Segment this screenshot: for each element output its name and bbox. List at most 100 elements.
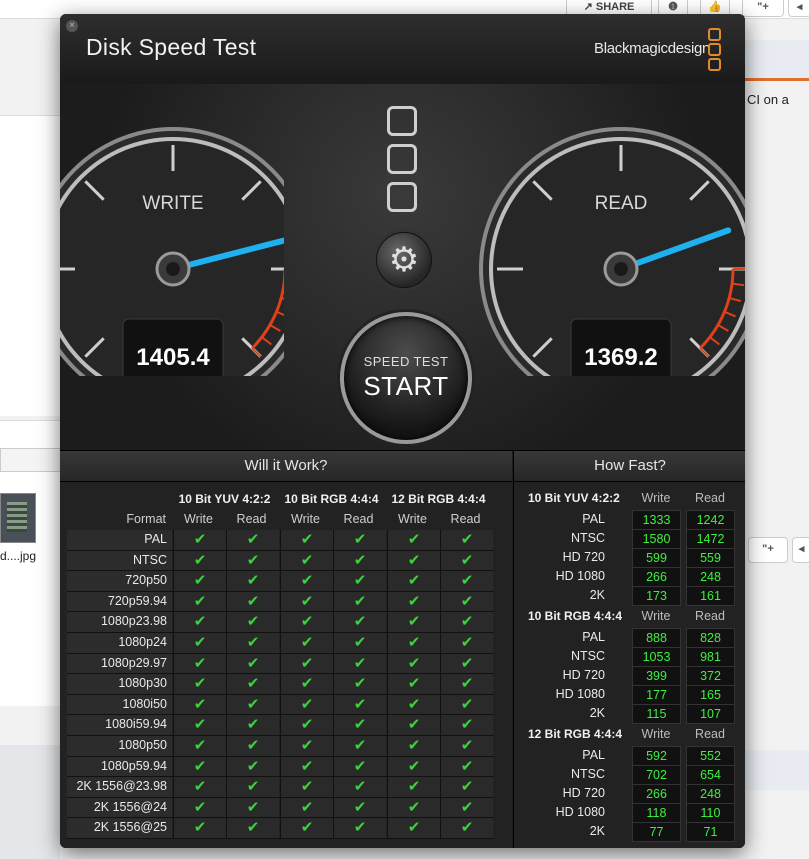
checkmark-icon: ✔ [440,777,493,797]
checkmark-icon: ✔ [226,797,279,818]
format-row: 1080i50 ✔ ✔ ✔ ✔ ✔ ✔ [67,694,494,716]
checkmark-icon: ✔ [280,715,333,735]
brand-logo-icon [708,28,721,73]
start-button[interactable]: SPEED TEST START [340,312,472,444]
attachment-thumbnail[interactable] [0,493,36,543]
gauge-unit: MB/s [158,375,188,376]
read-speed-value: 654 [686,765,735,785]
reply-button-2[interactable]: ◂ [792,537,809,563]
format-name: 2K 1556@23.98 [67,777,172,797]
reply-button[interactable]: ◂ [788,0,809,17]
checkmark-icon: ✔ [440,591,493,612]
speed-row: HD 1080 118 110 [520,803,740,823]
section-title: 10 Bit RGB 4:4:4 [528,609,623,623]
format-row: 2K 1556@24 ✔ ✔ ✔ ✔ ✔ ✔ [67,797,494,819]
checkmark-icon: ✔ [333,715,386,735]
format-name: 1080p23.98 [67,612,172,632]
resolution-name: NTSC [570,649,605,663]
column-label: Write [398,512,427,526]
background-footer-left [0,745,60,859]
resolution-name: 2K [589,588,605,602]
quote-button[interactable]: "+ [742,0,784,17]
attachment-filename[interactable]: d....jpg [0,549,36,563]
read-speed-value: 107 [686,704,735,724]
checkmark-icon: ✔ [280,591,333,612]
checkmark-icon: ✔ [226,818,279,838]
how-fast-table: 10 Bit YUV 4:2:2 Write Read PAL 1333 1242 NTSC… [513,482,745,848]
checkmark-icon: ✔ [333,694,386,715]
checkmark-icon: ✔ [387,632,440,653]
checkmark-icon: ✔ [440,632,493,653]
gauge-label: READ [595,193,648,214]
format-row: 1080p23.98 ✔ ✔ ✔ ✔ ✔ ✔ [67,612,494,633]
background-footer-right [745,750,809,790]
checkmark-icon: ✔ [440,797,493,818]
checkmark-icon: ✔ [333,756,386,777]
close-icon[interactable]: × [66,20,78,32]
checkmark-icon: ✔ [280,756,333,777]
checkmark-icon: ✔ [387,694,440,715]
will-it-work-header: Will it Work? [60,451,512,482]
checkmark-icon: ✔ [226,571,279,591]
checkmark-icon: ✔ [440,550,493,571]
will-it-work-table: 10 Bit YUV 4:2:2 10 Bit RGB 4:4:4 12 Bit… [60,482,512,848]
checkmark-icon: ✔ [440,756,493,777]
write-speed-value: 173 [632,586,681,606]
format-row: 2K 1556@25 ✔ ✔ ✔ ✔ ✔ ✔ [67,818,494,839]
read-speed-value: 981 [686,647,735,667]
format-row: 1080p50 ✔ ✔ ✔ ✔ ✔ ✔ [67,735,494,757]
write-speed-value: 592 [632,746,681,766]
speed-row: HD 720 266 248 [520,784,740,804]
speed-row: HD 720 599 559 [520,548,740,568]
title-bar[interactable]: × Disk Speed Test Blackmagicdesign [60,14,745,85]
speed-row: PAL 592 552 [520,746,740,766]
checkmark-icon: ✔ [333,674,386,694]
checkmark-icon: ✔ [226,756,279,777]
checkmark-icon: ✔ [280,612,333,632]
checkmark-icon: ✔ [280,797,333,818]
checkmark-icon: ✔ [226,591,279,612]
window-mode-icon[interactable] [387,106,417,220]
format-name: 2K 1556@25 [67,818,172,838]
column-label: Read [343,512,374,526]
resolution-name: HD 720 [562,550,605,564]
checkmark-icon: ✔ [387,612,440,632]
checkmark-icon: ✔ [387,797,440,818]
read-speed-value: 110 [686,803,735,823]
quote-button-2[interactable]: "+ [748,537,788,563]
checkmark-icon: ✔ [440,571,493,591]
brand-name: Blackmagicdesign [594,40,711,57]
speed-row: 2K 115 107 [520,704,740,724]
format-name: 2K 1556@24 [67,797,172,818]
format-row: 1080p30 ✔ ✔ ✔ ✔ ✔ ✔ [67,674,494,695]
checkmark-icon: ✔ [333,612,386,632]
resolution-name: NTSC [570,767,605,781]
format-row: NTSC ✔ ✔ ✔ ✔ ✔ ✔ [67,550,494,572]
checkmark-icon: ✔ [387,735,440,756]
checkmark-icon: ✔ [173,674,226,694]
format-row: 1080p59.94 ✔ ✔ ✔ ✔ ✔ ✔ [67,756,494,778]
write-speed-value: 77 [632,822,681,842]
speed-column-label: Write [641,491,671,505]
checkmark-icon: ✔ [333,797,386,818]
checkmark-icon: ✔ [173,530,226,550]
column-label: Read [450,512,481,526]
read-speed-value: 828 [686,628,735,648]
group-label: 10 Bit YUV 4:2:2 [178,492,271,506]
format-column-label: Format [126,512,166,526]
read-gauge: READ 1369.2 MB/s [479,127,745,376]
checkmark-icon: ✔ [440,715,493,735]
checkmark-icon: ✔ [333,632,386,653]
checkmark-icon: ✔ [440,530,493,550]
settings-gear-icon[interactable]: ⚙ [376,232,432,288]
read-speed-value: 1242 [686,510,735,530]
format-row: 1080p24 ✔ ✔ ✔ ✔ ✔ ✔ [67,632,494,654]
disk-speed-test-window: × Disk Speed Test Blackmagicdesign ⚙ SPE… [60,14,745,848]
checkmark-icon: ✔ [387,756,440,777]
background-strip [745,40,809,78]
checkmark-icon: ✔ [173,735,226,756]
group-label: 12 Bit RGB 4:4:4 [391,492,486,506]
write-speed-value: 888 [632,628,681,648]
format-row: 720p59.94 ✔ ✔ ✔ ✔ ✔ ✔ [67,591,494,613]
speed-row: HD 1080 177 165 [520,685,740,705]
